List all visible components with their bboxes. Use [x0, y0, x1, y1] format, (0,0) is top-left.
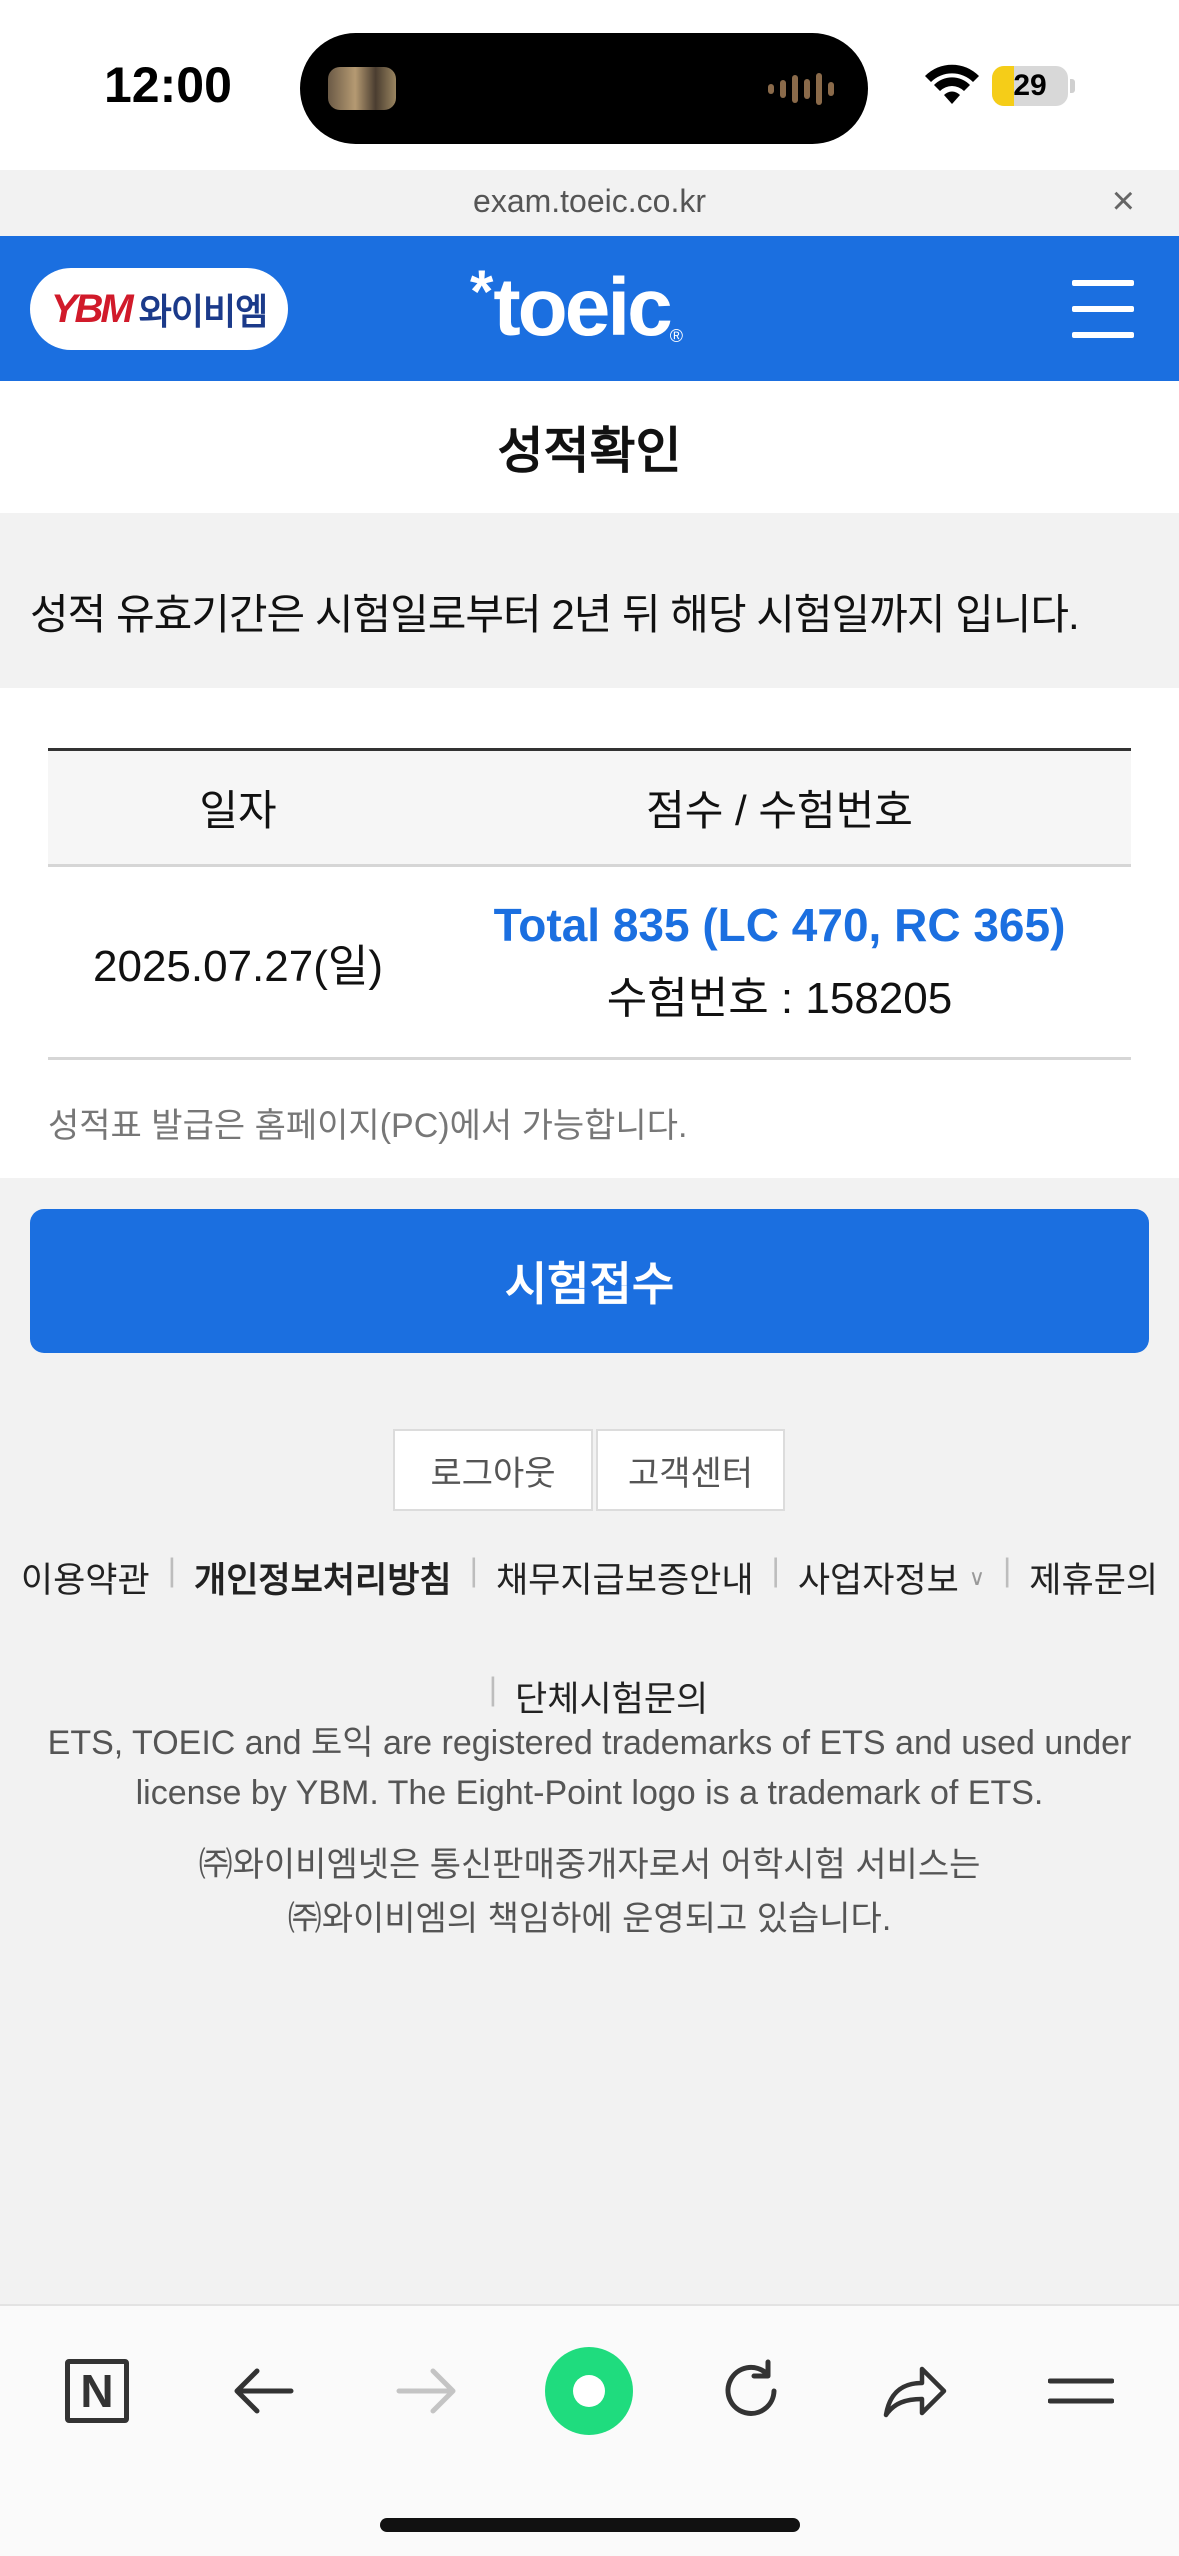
exam-apply-button[interactable]: 시험접수 — [30, 1209, 1149, 1353]
ybm-logo[interactable]: YBM 와이비엠 — [30, 268, 288, 350]
hamburger-menu-icon[interactable] — [1072, 280, 1134, 338]
company-notice: ㈜와이비엠넷은 통신판매중개자로서 어학시험 서비스는 ㈜와이비엠의 책임하에 … — [30, 1838, 1149, 1946]
score-table: 일자 점수 / 수험번호 2025.07.27(일) Total 835 (LC… — [48, 748, 1131, 1060]
validity-notice-text: 성적 유효기간은 시험일로부터 2년 뒤 해당 시험일까지 입니다. — [30, 591, 1080, 638]
divider: | — [488, 1671, 498, 1707]
back-button[interactable] — [218, 2346, 308, 2436]
refresh-button[interactable] — [706, 2346, 796, 2436]
score-section: 일자 점수 / 수험번호 2025.07.27(일) Total 835 (LC… — [0, 688, 1179, 1178]
share-button[interactable] — [870, 2346, 960, 2436]
company-notice-line-1: ㈜와이비엠넷은 통신판매중개자로서 어학시험 서비스는 — [198, 1846, 981, 1884]
close-icon[interactable]: × — [1112, 176, 1135, 226]
naver-home-button[interactable]: N — [52, 2346, 142, 2436]
status-bar: 12:00 29 exam.toeic.co.kr × — [0, 0, 1179, 223]
footer-links: 이용약관 | 개인정보처리방침 | 채무지급보증안내 | 사업자정보 ∨ | 제… — [0, 1552, 1179, 1722]
divider: | — [167, 1552, 177, 1588]
toeic-logo-text: toeic — [493, 262, 672, 353]
status-time: 12:00 — [104, 57, 232, 113]
ybm-logo-text: 와이비엠 — [138, 291, 268, 332]
naver-n-icon: N — [65, 2359, 129, 2423]
table-row: 2025.07.27(일) Total 835 (LC 470, RC 365)… — [48, 865, 1131, 1060]
registered-mark: ® — [669, 326, 684, 346]
now-playing-thumbnail — [328, 67, 396, 110]
exam-date: 2025.07.27(일) — [48, 865, 428, 1060]
business-info-label: 사업자정보 — [797, 1561, 959, 1600]
footer-link-business-info[interactable]: 사업자정보 ∨ — [798, 1552, 985, 1603]
page-title: 성적확인 — [497, 423, 682, 479]
customer-center-button[interactable]: 고객센터 — [596, 1429, 785, 1511]
battery-cap — [1070, 79, 1075, 93]
footer-link-partnership[interactable]: 제휴문의 — [1029, 1552, 1158, 1603]
trademark-notice: ETS, TOEIC and 토익 are registered tradema… — [47, 1724, 1132, 1812]
footer-link-privacy[interactable]: 개인정보처리방침 — [194, 1552, 452, 1603]
divider: | — [771, 1552, 780, 1588]
footer-link-terms[interactable]: 이용약관 — [21, 1552, 150, 1603]
footer-link-guarantee[interactable]: 채무지급보증안내 — [496, 1552, 754, 1603]
site-header: YBM 와이비엠 * toeic ® — [0, 236, 1179, 381]
arrow-left-icon — [234, 2368, 294, 2414]
naver-green-button[interactable] — [544, 2346, 634, 2436]
score-total-link[interactable]: Total 835 (LC 470, RC 365) — [428, 898, 1131, 952]
battery-level: 29 — [1013, 69, 1047, 102]
menu-button[interactable] — [1036, 2346, 1126, 2436]
footer-link-group-exam[interactable]: 단체시험문의 — [515, 1671, 708, 1722]
table-header-row: 일자 점수 / 수험번호 — [48, 748, 1131, 867]
page-title-bar: 성적확인 — [0, 381, 1179, 513]
divider: | — [1002, 1552, 1012, 1588]
chevron-down-icon: ∨ — [968, 1564, 985, 1590]
exam-number: 수험번호 : 158205 — [606, 974, 953, 1023]
green-dot-icon — [545, 2347, 633, 2435]
dynamic-island — [300, 33, 868, 144]
toeic-logo[interactable]: * toeic ® — [470, 258, 683, 358]
ybm-logo-mark: YBM — [50, 286, 134, 331]
toeic-star-icon: * — [470, 258, 494, 325]
forward-button[interactable] — [382, 2346, 472, 2436]
home-indicator — [380, 2518, 800, 2532]
report-issue-note: 성적표 발급은 홈페이지(PC)에서 가능합니다. — [48, 1107, 688, 1145]
menu-icon — [1048, 2378, 1114, 2404]
validity-notice: 성적 유효기간은 시험일로부터 2년 뒤 해당 시험일까지 입니다. — [0, 513, 1179, 688]
audio-wave-icon — [768, 71, 838, 107]
column-header-date: 일자 — [48, 748, 428, 867]
arrow-right-icon — [396, 2368, 456, 2414]
wifi-icon — [925, 64, 979, 104]
battery-indicator: 29 — [992, 66, 1068, 106]
column-header-score: 점수 / 수험번호 — [428, 748, 1131, 867]
url-bar[interactable]: exam.toeic.co.kr — [0, 176, 1179, 226]
score-cell: Total 835 (LC 470, RC 365) 수험번호 : 158205 — [428, 865, 1131, 1060]
company-notice-line-2: ㈜와이비엠의 책임하에 운영되고 있습니다. — [287, 1900, 892, 1938]
logout-button[interactable]: 로그아웃 — [393, 1429, 593, 1511]
divider: | — [469, 1552, 478, 1588]
share-arrow-icon — [883, 2366, 947, 2418]
refresh-icon — [725, 2359, 777, 2416]
